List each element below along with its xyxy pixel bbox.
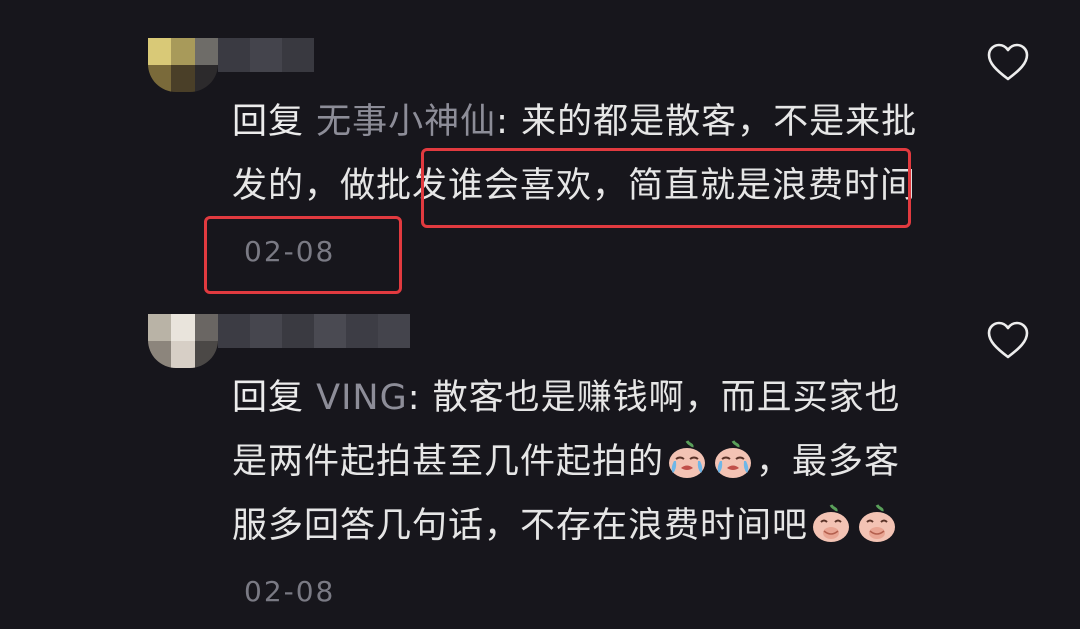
heart-outline-icon [987, 321, 1029, 359]
highlight-box [421, 148, 911, 228]
reply-label: 回复 [232, 102, 305, 142]
like-button[interactable] [984, 40, 1032, 84]
mention-link[interactable]: VING [316, 378, 408, 418]
username-blurred[interactable] [218, 38, 314, 72]
comment-body: 回复 VING: 散客也是赚钱啊，而且买家也是两件起拍甚至几件起拍的 ，最多客服… [232, 366, 932, 624]
comment-item: 回复 VING: 散客也是赚钱啊，而且买家也是两件起拍甚至几件起拍的 ，最多客服… [0, 310, 1080, 629]
mention-link[interactable]: 无事小神仙 [316, 102, 496, 142]
mention-separator: : [496, 102, 522, 142]
like-button[interactable] [984, 318, 1032, 362]
crying-face-emoji [711, 437, 755, 481]
highlight-box [204, 216, 402, 294]
comment-date: 02-08 [244, 575, 336, 608]
crying-face-emoji [665, 437, 709, 481]
avatar[interactable] [148, 314, 218, 368]
laughing-cover-mouth-emoji [809, 501, 853, 545]
mention-separator: : [407, 378, 433, 418]
comment-item: 回复 无事小神仙: 来的都是散客，不是来批发的，做批发谁会喜欢，简直就是浪费时间… [0, 0, 1080, 310]
username-blurred[interactable] [218, 314, 410, 348]
heart-outline-icon [987, 43, 1029, 81]
laughing-cover-mouth-emoji [855, 501, 899, 545]
reply-label: 回复 [232, 378, 305, 418]
avatar[interactable] [148, 38, 218, 92]
